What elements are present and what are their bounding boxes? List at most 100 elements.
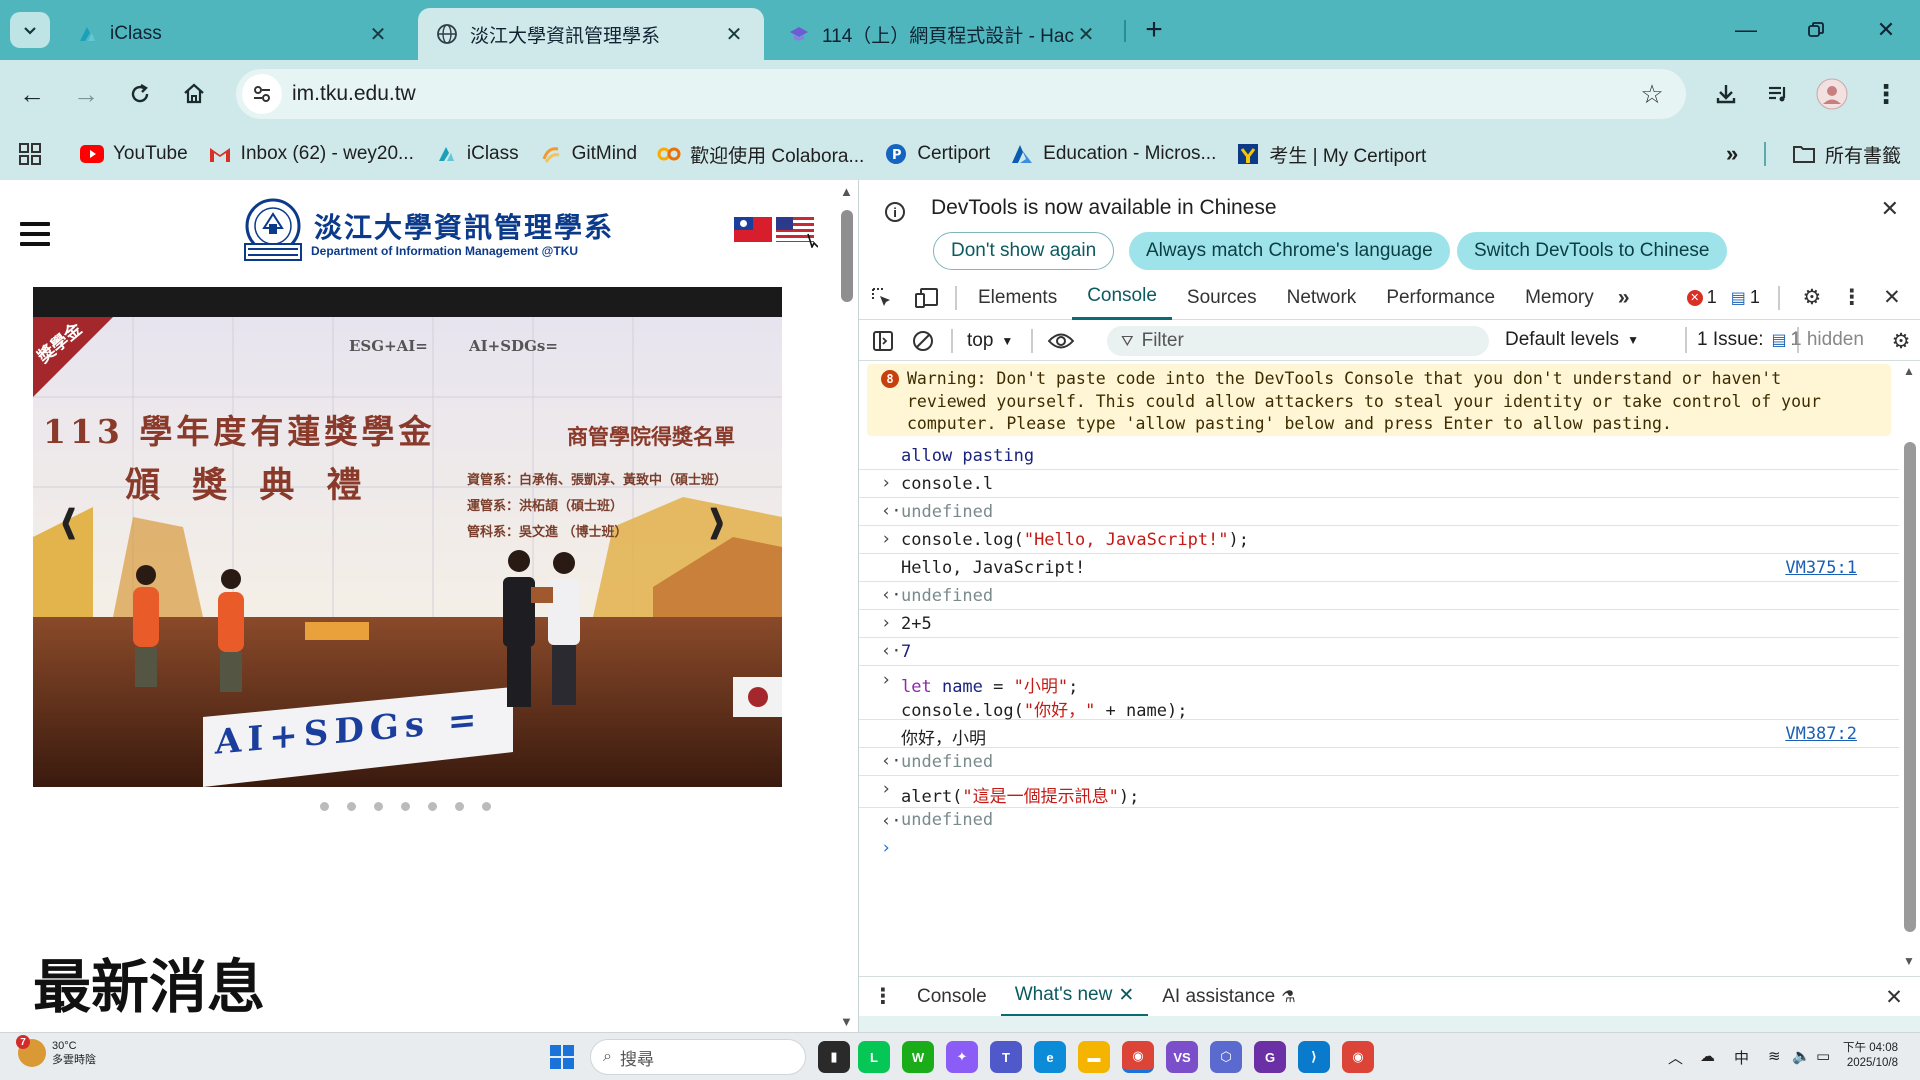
tab-performance[interactable]: Performance bbox=[1371, 276, 1510, 320]
teams-icon[interactable]: T bbox=[990, 1041, 1022, 1073]
language-switcher[interactable] bbox=[734, 214, 819, 253]
taiwan-flag-icon[interactable] bbox=[734, 217, 772, 242]
switch-to-chinese-button[interactable]: Switch DevTools to Chinese bbox=[1457, 232, 1727, 270]
bookmark-youtube[interactable]: YouTube bbox=[70, 134, 198, 174]
issues-counter[interactable]: 1 Issue: ▤ 1 bbox=[1697, 329, 1801, 351]
tab-console[interactable]: Console bbox=[1072, 276, 1172, 320]
wechat-icon[interactable]: W bbox=[902, 1041, 934, 1073]
scrollbar-thumb[interactable] bbox=[841, 210, 853, 302]
scroll-up-icon[interactable]: ▲ bbox=[840, 184, 853, 199]
scroll-up-icon[interactable]: ▲ bbox=[1903, 364, 1915, 378]
close-icon[interactable]: ✕ bbox=[1881, 196, 1899, 222]
address-bar[interactable]: im.tku.edu.tw ☆ bbox=[236, 69, 1686, 119]
site-logo-title[interactable]: 淡江大學資訊管理學系 bbox=[314, 206, 614, 246]
page-scrollbar[interactable]: ▲ ▼ bbox=[838, 180, 858, 1032]
minimize-button[interactable]: — bbox=[1716, 10, 1776, 50]
volume-icon[interactable]: 🔈 bbox=[1792, 1047, 1811, 1065]
source-link[interactable]: VM387:2 bbox=[1785, 724, 1857, 744]
error-counter[interactable]: ✕ 1 ▤ 1 bbox=[1686, 287, 1760, 308]
close-icon[interactable]: ✕ bbox=[722, 22, 746, 47]
wifi-icon[interactable]: ≋ bbox=[1768, 1047, 1781, 1065]
taskbar-search[interactable]: ⌕ 搜尋 bbox=[590, 1039, 806, 1075]
carousel-next-button[interactable]: › bbox=[708, 471, 724, 565]
hamburger-menu-icon[interactable] bbox=[20, 222, 50, 246]
system-clock[interactable]: 下午 04:08 2025/10/8 bbox=[1843, 1041, 1898, 1071]
task-view-icon[interactable]: ▮ bbox=[818, 1041, 850, 1073]
console-scrollbar[interactable]: ▲ ▼ bbox=[1899, 362, 1920, 970]
scrollbar-thumb[interactable] bbox=[1904, 442, 1916, 932]
tab-hackmd[interactable]: 114（上）網頁程式設計 - Hack ✕ bbox=[770, 8, 1116, 60]
carousel-dot[interactable] bbox=[428, 802, 437, 811]
carousel-dots[interactable] bbox=[320, 802, 491, 811]
tab-search-button[interactable] bbox=[10, 12, 50, 48]
close-icon[interactable]: ✕ bbox=[1074, 22, 1098, 47]
bookmark-iclass[interactable]: iClass bbox=[424, 134, 529, 174]
carousel-dot[interactable] bbox=[347, 802, 356, 811]
ime-indicator[interactable]: 中 bbox=[1734, 1047, 1749, 1068]
hero-carousel[interactable]: 獎學金 ESG+AI= AI+SDGs= 113 學年度有蓮獎學金 頒 獎 典 … bbox=[33, 287, 782, 787]
carousel-dot[interactable] bbox=[482, 802, 491, 811]
source-link[interactable]: VM375:1 bbox=[1785, 558, 1857, 578]
visual-studio-icon[interactable]: VS bbox=[1166, 1041, 1198, 1073]
close-devtools-icon[interactable]: ✕ bbox=[1872, 276, 1912, 320]
github-desktop-icon[interactable]: G bbox=[1254, 1041, 1286, 1073]
bookmark-gmail[interactable]: Inbox (62) - wey20... bbox=[198, 134, 424, 174]
edge-icon[interactable]: e bbox=[1034, 1041, 1066, 1073]
close-drawer-icon[interactable]: ✕ bbox=[1879, 977, 1909, 1017]
drawer-tab-ai-assistance[interactable]: AI assistance ⚗ bbox=[1148, 977, 1309, 1017]
drawer-tab-console[interactable]: Console bbox=[903, 977, 1001, 1017]
more-tabs-icon[interactable]: » bbox=[1609, 276, 1639, 320]
all-bookmarks-button[interactable]: 所有書籤 bbox=[1782, 134, 1911, 174]
line-app-icon[interactable]: L bbox=[858, 1041, 890, 1073]
tab-network[interactable]: Network bbox=[1272, 276, 1372, 320]
profile-button[interactable] bbox=[1812, 74, 1852, 114]
bookmark-my-certiport[interactable]: 考生 | My Certiport bbox=[1226, 134, 1436, 174]
url-text[interactable]: im.tku.edu.tw bbox=[292, 82, 1632, 106]
tab-elements[interactable]: Elements bbox=[963, 276, 1072, 320]
dont-show-again-button[interactable]: Don't show again bbox=[933, 232, 1115, 270]
scroll-down-icon[interactable]: ▼ bbox=[840, 1014, 853, 1029]
console-filter-input[interactable]: ⛛ Filter bbox=[1107, 326, 1489, 356]
inspect-element-icon[interactable] bbox=[859, 276, 905, 320]
drawer-menu-icon[interactable]: ⋮ bbox=[863, 977, 903, 1017]
menu-button[interactable]: ⋮ bbox=[1866, 74, 1906, 114]
clear-console-icon[interactable] bbox=[903, 321, 943, 361]
close-icon[interactable]: ✕ bbox=[1118, 984, 1134, 1007]
copilot-icon[interactable]: ✦ bbox=[946, 1041, 978, 1073]
site-info-button[interactable] bbox=[242, 74, 282, 114]
settings-gear-icon[interactable]: ⚙ bbox=[1792, 276, 1832, 320]
tab-tku-im[interactable]: 淡江大學資訊管理學系 ✕ bbox=[418, 8, 764, 60]
close-window-button[interactable]: ✕ bbox=[1856, 10, 1916, 50]
bookmark-education-microsoft[interactable]: Education - Micros... bbox=[1000, 134, 1226, 174]
drawer-tab-whats-new[interactable]: What's new ✕ bbox=[1000, 977, 1149, 1017]
new-tab-button[interactable]: + bbox=[1136, 12, 1172, 48]
tab-memory[interactable]: Memory bbox=[1510, 276, 1609, 320]
weather-widget[interactable]: 7 30°C 多雲時陰 bbox=[16, 1035, 96, 1067]
carousel-prev-button[interactable]: ‹ bbox=[60, 471, 76, 565]
us-flag-icon[interactable] bbox=[776, 217, 814, 242]
console-prompt[interactable]: › bbox=[859, 836, 1899, 864]
chrome-icon[interactable]: ◉ bbox=[1122, 1041, 1154, 1073]
scroll-down-icon[interactable]: ▼ bbox=[1903, 954, 1915, 968]
device-toolbar-icon[interactable] bbox=[905, 276, 949, 320]
tab-sources[interactable]: Sources bbox=[1172, 276, 1272, 320]
carousel-dot[interactable] bbox=[320, 802, 329, 811]
home-button[interactable] bbox=[174, 74, 214, 114]
bookmarks-overflow-button[interactable]: » bbox=[1716, 134, 1748, 174]
reload-button[interactable] bbox=[120, 74, 160, 114]
sidebar-toggle-icon[interactable] bbox=[863, 321, 903, 361]
kebab-menu-icon[interactable]: ⋮ bbox=[1832, 276, 1872, 320]
hexagon-app-icon[interactable]: ⬡ bbox=[1210, 1041, 1242, 1073]
apps-button[interactable] bbox=[8, 134, 52, 174]
carousel-dot[interactable] bbox=[401, 802, 410, 811]
log-levels-dropdown[interactable]: Default levels ▼ bbox=[1505, 329, 1639, 351]
carousel-dot[interactable] bbox=[455, 802, 464, 811]
chrome-alt-icon[interactable]: ◉ bbox=[1342, 1041, 1374, 1073]
bookmark-certiport[interactable]: P Certiport bbox=[874, 134, 1000, 174]
console-output[interactable]: 8 Warning: Don't paste code into the Dev… bbox=[859, 362, 1899, 970]
battery-icon[interactable]: ▭ bbox=[1816, 1047, 1830, 1065]
restore-button[interactable] bbox=[1786, 10, 1846, 50]
close-icon[interactable]: ✕ bbox=[366, 22, 390, 47]
tab-iclass[interactable]: iClass ✕ bbox=[58, 8, 408, 60]
bookmark-star-icon[interactable]: ☆ bbox=[1632, 79, 1672, 110]
